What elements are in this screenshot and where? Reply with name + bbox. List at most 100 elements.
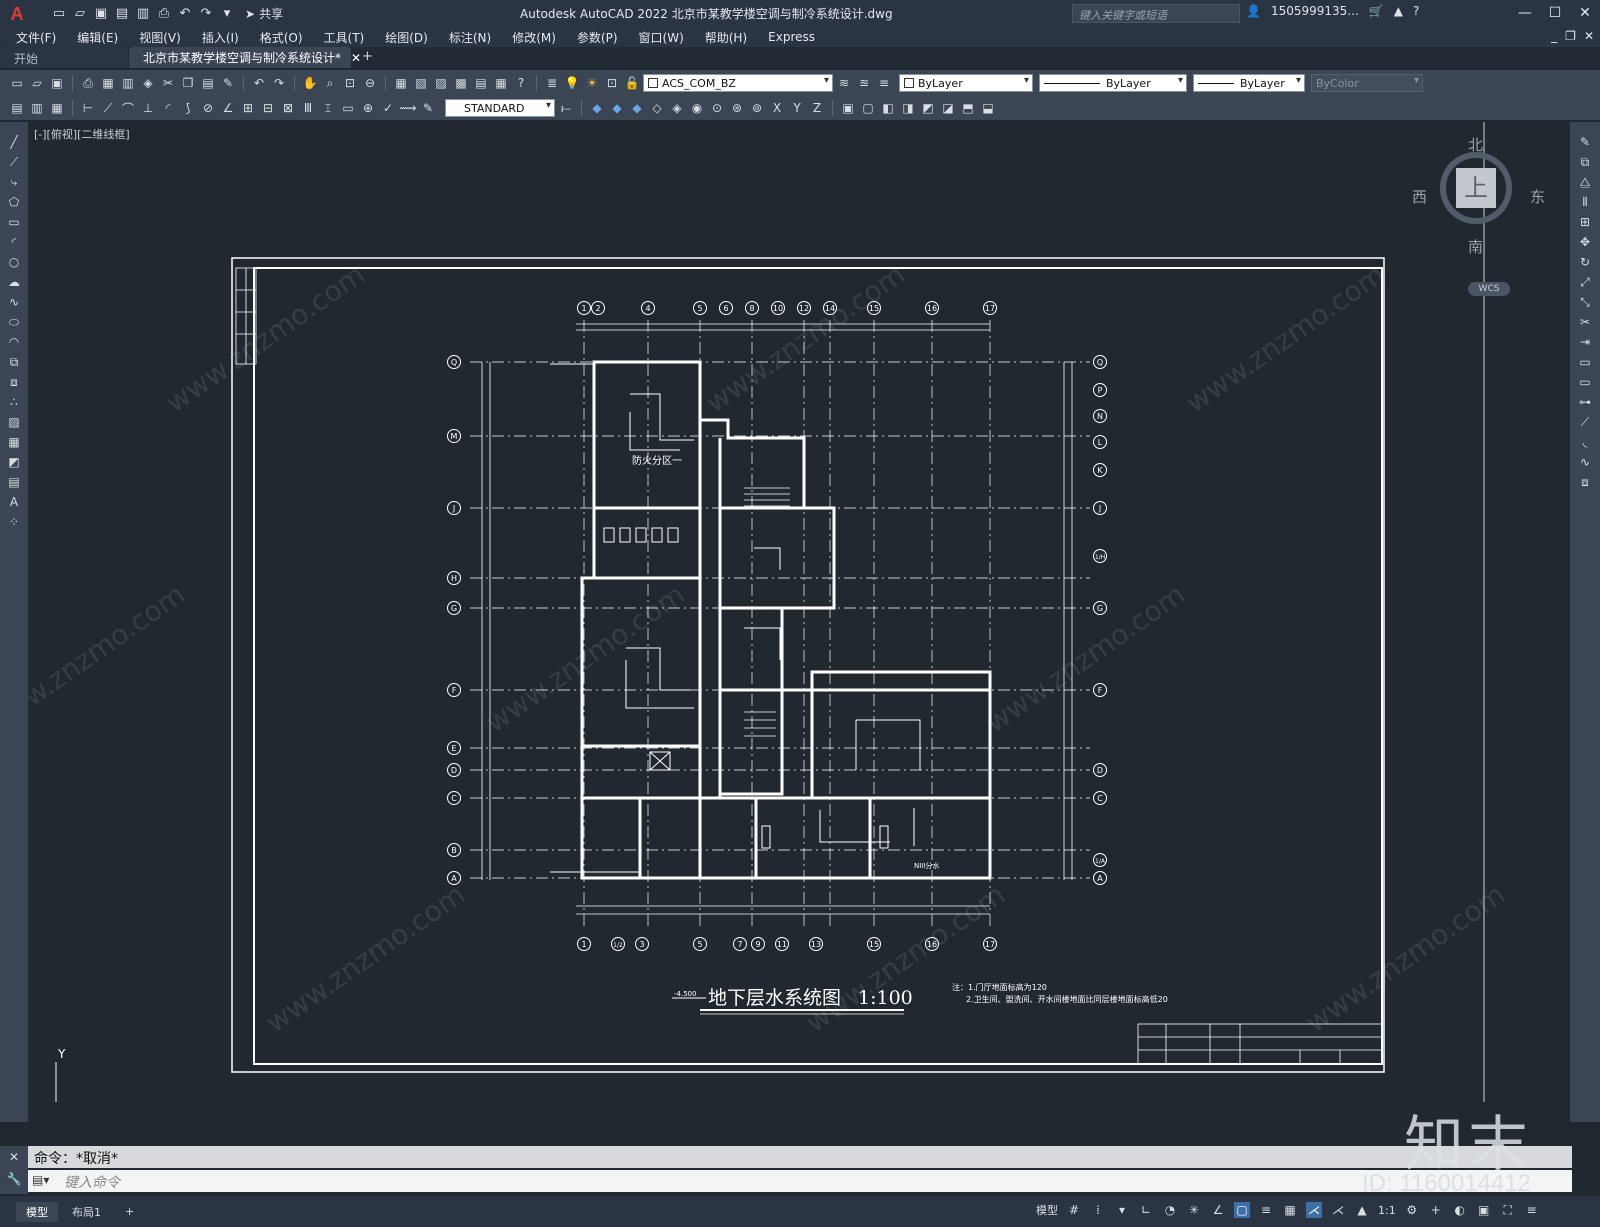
viewcube-top-face[interactable]: 上 — [1456, 168, 1496, 208]
layer-select[interactable]: ACS_COM_BZ ▾ — [643, 74, 833, 92]
quick-dimension-icon[interactable]: ⊞ — [239, 99, 257, 117]
open-icon[interactable]: ▱ — [71, 5, 89, 23]
region-icon[interactable]: ◩ — [4, 452, 24, 472]
circle-icon[interactable]: ○ — [4, 252, 24, 272]
ucs-face-icon[interactable]: ◇ — [648, 99, 666, 117]
close-command-icon[interactable]: ✕ — [0, 1150, 28, 1164]
menu-insert[interactable]: 插入(I) — [202, 29, 239, 46]
compass-west[interactable]: 西 — [1412, 186, 1427, 207]
zoom-previous-icon[interactable]: ⊖ — [361, 74, 379, 92]
isolate-icon[interactable]: ◐ — [1452, 1202, 1468, 1218]
tab-drawing[interactable]: 北京市某教学楼空调与制冷系统设计* ✕ — [129, 47, 361, 68]
model-space-label[interactable]: 模型 — [1036, 1202, 1058, 1218]
hatch-icon[interactable]: ▨ — [4, 412, 24, 432]
auto-scale-icon[interactable]: ⋌ — [1330, 1202, 1346, 1218]
user-icon[interactable]: 👤 — [1246, 4, 1261, 18]
search-input[interactable]: 键入关键字或短语 — [1072, 4, 1240, 23]
drawing-viewport[interactable]: [-][俯视][二维线框] 1 2 4 5 6 8 10 12 14 15 16… — [28, 122, 1536, 1102]
aligned-dimension-icon[interactable]: ⟋ — [99, 99, 117, 117]
mirror-icon[interactable]: ⧋ — [1575, 172, 1595, 192]
print-icon[interactable]: ⎙ — [79, 74, 97, 92]
space-dimension-icon[interactable]: Ⅲ — [299, 99, 317, 117]
view-iso-icon[interactable]: ⬒ — [959, 99, 977, 117]
insert-block-icon[interactable]: ▥ — [28, 99, 46, 117]
arc-length-icon[interactable]: ⌒ — [119, 99, 137, 117]
tab-model[interactable]: 模型 — [16, 1201, 58, 1222]
ucs-world-icon[interactable]: ◆ — [608, 99, 626, 117]
drawing-canvas[interactable]: 1 2 4 5 6 8 10 12 14 15 16 171 1/2 3 5 7 9 11 13 15 16 17QMJH… — [28, 122, 1536, 1102]
blend-icon[interactable]: ∿ — [1575, 452, 1595, 472]
join-icon[interactable]: ⊶ — [1575, 392, 1595, 412]
tolerance-icon[interactable]: ▭ — [339, 99, 357, 117]
baseline-dimension-icon[interactable]: ⊟ — [259, 99, 277, 117]
trim-icon[interactable]: ✂ — [1575, 312, 1595, 332]
angular-dimension-icon[interactable]: ∠ — [219, 99, 237, 117]
menu-parametric[interactable]: 参数(P) — [577, 29, 618, 46]
line-icon[interactable]: ╱ — [4, 132, 24, 152]
close-icon[interactable]: ✕ — [1570, 0, 1600, 27]
fillet-icon[interactable]: ◟ — [1575, 432, 1595, 452]
match-properties-icon[interactable]: ✎ — [219, 74, 237, 92]
color-select[interactable]: ByLayer ▾ — [899, 74, 1033, 92]
explode-icon[interactable]: ⧈ — [1575, 472, 1595, 492]
chamfer-icon[interactable]: ⟋ — [1575, 412, 1595, 432]
compass-south[interactable]: 南 — [1468, 236, 1483, 257]
layer-freeze-icon[interactable]: ☀ — [583, 74, 601, 92]
layer-lock-icon[interactable]: 🔓 — [623, 74, 641, 92]
maximize-icon[interactable]: ☐ — [1540, 0, 1570, 27]
snap-icon[interactable]: ⁞ — [1090, 1202, 1106, 1218]
camera-icon[interactable]: ⬓ — [979, 99, 997, 117]
workspace-gear-icon[interactable]: ⚙ — [1404, 1202, 1420, 1218]
help-icon[interactable]: ? — [1413, 4, 1419, 18]
calculator-icon[interactable]: ▦ — [492, 74, 510, 92]
menu-tools[interactable]: 工具(T) — [324, 29, 365, 46]
ucs-icon[interactable]: ◆ — [588, 99, 606, 117]
3dprint-icon[interactable]: ◈ — [139, 74, 157, 92]
ellipse-icon[interactable]: ⬭ — [4, 312, 24, 332]
qat-dropdown-icon[interactable]: ▾ — [218, 5, 236, 23]
doc-minimize-icon[interactable]: _ — [1551, 29, 1557, 43]
erase-icon[interactable]: ✎ — [1575, 132, 1595, 152]
share-button[interactable]: ➤ 共享 — [245, 5, 283, 22]
copy-icon[interactable]: ⧉ — [1575, 152, 1595, 172]
help-icon[interactable]: ? — [512, 74, 530, 92]
menu-view[interactable]: 视图(V) — [139, 29, 181, 46]
dimension-break-icon[interactable]: ⌶ — [319, 99, 337, 117]
cart-icon[interactable]: 🛒 — [1369, 4, 1384, 18]
compass-east[interactable]: 东 — [1530, 186, 1545, 207]
gradient-icon[interactable]: ▦ — [4, 432, 24, 452]
redo-icon[interactable]: ↷ — [270, 74, 288, 92]
point-icon[interactable]: ∴ — [4, 392, 24, 412]
copy-icon[interactable]: ❐ — [179, 74, 197, 92]
plus-icon[interactable]: + — [1428, 1202, 1444, 1218]
menu-dimension[interactable]: 标注(N) — [449, 29, 491, 46]
ucs-z-icon[interactable]: Z — [808, 99, 826, 117]
doc-close-icon[interactable]: ✕ — [1584, 29, 1594, 43]
scale-icon[interactable]: ⤢ — [1575, 272, 1595, 292]
break-point-icon[interactable]: ▭ — [1575, 352, 1595, 372]
open-icon[interactable]: ▱ — [28, 74, 46, 92]
make-block-icon[interactable]: ⧈ — [4, 372, 24, 392]
dimension-edit-icon[interactable]: ✎ — [419, 99, 437, 117]
lineweight-select[interactable]: ByLayer ▾ — [1193, 74, 1305, 92]
continue-dimension-icon[interactable]: ⊠ — [279, 99, 297, 117]
publish-icon[interactable]: ▥ — [134, 5, 152, 23]
viewcube[interactable]: 上 北 南 西 东 — [1400, 130, 1550, 280]
jogged-linear-icon[interactable]: ⟿ — [399, 99, 417, 117]
hardware-accel-icon[interactable]: ▣ — [1476, 1202, 1492, 1218]
command-line-handle[interactable]: ✕ 🔧 — [0, 1146, 28, 1194]
ellipse-arc-icon[interactable]: ◠ — [4, 332, 24, 352]
save-icon[interactable]: ▣ — [48, 74, 66, 92]
design-center-icon[interactable]: ▧ — [412, 74, 430, 92]
construction-line-icon[interactable]: ⟋ — [4, 152, 24, 172]
new-tab-button[interactable]: + — [352, 47, 383, 68]
properties-icon[interactable]: ▦ — [392, 74, 410, 92]
customize-icon[interactable]: ≡ — [1524, 1202, 1540, 1218]
layer-state-icon[interactable]: ≡ — [875, 74, 893, 92]
autocad-logo-icon[interactable]: A — [6, 3, 28, 25]
make-current-layer-icon[interactable]: ≋ — [835, 74, 853, 92]
menu-help[interactable]: 帮助(H) — [705, 29, 747, 46]
rectangle-icon[interactable]: ▭ — [4, 212, 24, 232]
ordinate-dimension-icon[interactable]: ⊥ — [139, 99, 157, 117]
polyline-icon[interactable]: ⤷ — [4, 172, 24, 192]
